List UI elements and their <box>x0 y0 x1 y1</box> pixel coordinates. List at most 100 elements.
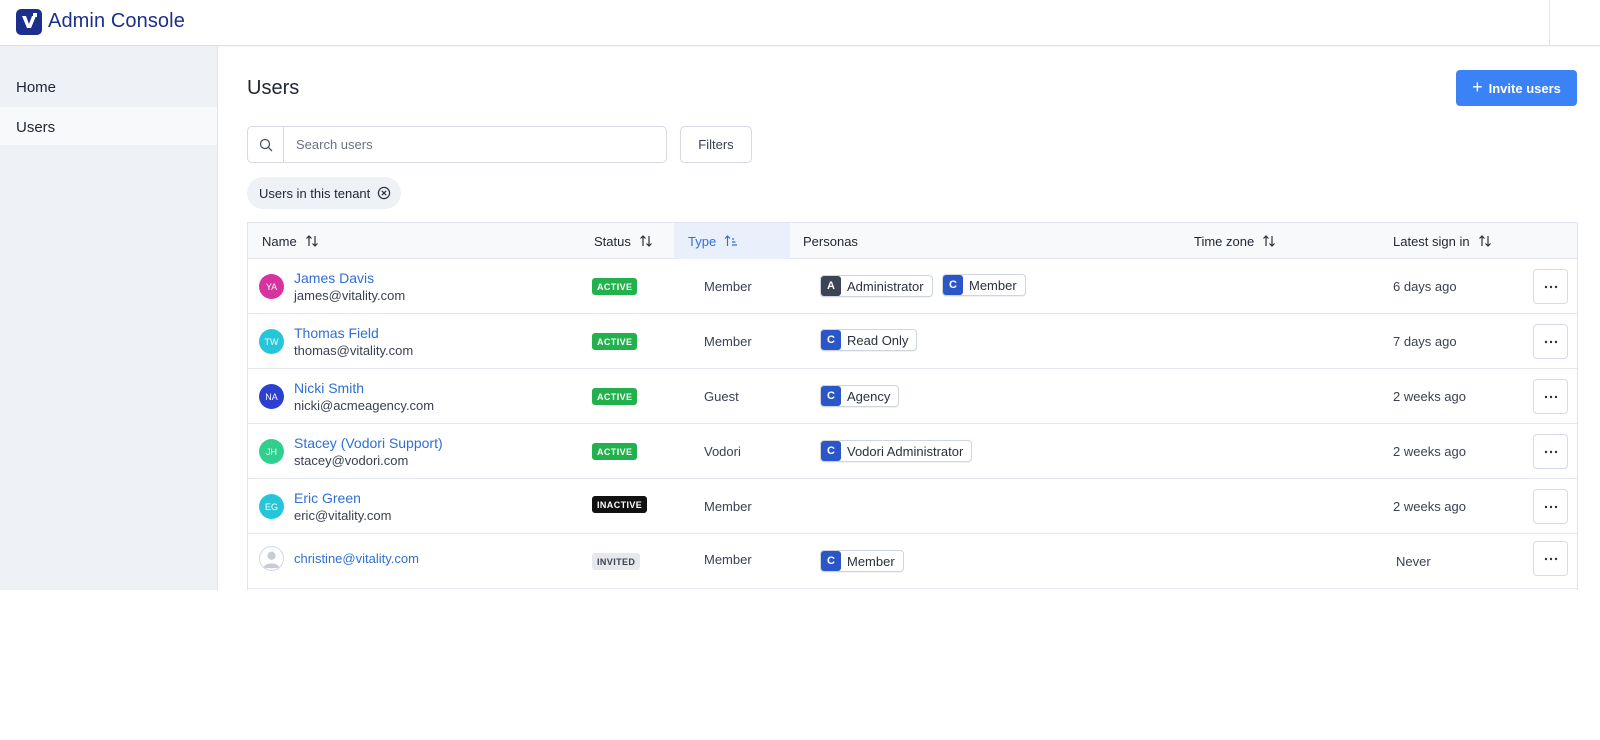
more-horizontal-icon <box>1544 450 1557 453</box>
user-type: Member <box>704 279 752 294</box>
table-row[interactable]: JH Stacey (Vodori Support) stacey@vodori… <box>248 424 1577 479</box>
more-actions-button[interactable] <box>1533 379 1568 414</box>
brand-logo-icon[interactable] <box>16 9 42 35</box>
latest-sign-in: 6 days ago <box>1393 279 1457 294</box>
latest-sign-in: 7 days ago <box>1393 334 1457 349</box>
search-icon <box>248 127 284 162</box>
persona-letter: C <box>821 551 841 571</box>
app-title: Admin Console <box>48 10 185 32</box>
column-header-name[interactable]: Name <box>262 223 319 259</box>
user-name-link[interactable]: Nicki Smith <box>294 380 364 396</box>
user-email: thomas@vitality.com <box>294 343 414 358</box>
user-type: Member <box>704 334 752 349</box>
user-name-link[interactable]: Eric Green <box>294 490 361 506</box>
more-horizontal-icon <box>1544 395 1557 398</box>
filter-chip-label: Users in this tenant <box>259 185 371 201</box>
sidebar-item-home[interactable]: Home <box>0 67 217 105</box>
column-header-time-zone[interactable]: Time zone <box>1194 223 1276 259</box>
user-name-link[interactable]: Stacey (Vodori Support) <box>294 435 443 451</box>
sort-icon[interactable] <box>639 234 653 248</box>
persona-label: Vodori Administrator <box>847 443 964 459</box>
more-horizontal-icon <box>1544 557 1557 560</box>
users-table: Name Status Type Personas Time zone Late… <box>247 222 1578 590</box>
sidebar-item-users[interactable]: Users <box>0 107 217 145</box>
page-title: Users <box>247 77 300 99</box>
column-header-type[interactable]: Type <box>674 223 790 259</box>
persona-letter: C <box>821 441 841 461</box>
persona-tag: C Vodori Administrator <box>820 440 973 462</box>
sort-icon[interactable] <box>305 234 319 248</box>
more-actions-button[interactable] <box>1533 434 1568 469</box>
search-box <box>247 126 667 163</box>
persona-tag: C Member <box>942 274 1026 296</box>
persona-tag: C Read Only <box>820 329 918 351</box>
avatar: JH <box>259 439 284 464</box>
persona-label: Read Only <box>847 332 909 348</box>
persona-tag: A Administrator <box>820 275 933 297</box>
column-header-personas: Personas <box>803 233 858 249</box>
table-row[interactable]: christine@vitality.com INVITED Member C … <box>248 534 1577 589</box>
status-badge: ACTIVE <box>592 443 638 460</box>
persona-tag: C Member <box>820 550 904 572</box>
status-badge: ACTIVE <box>592 278 638 295</box>
persona-tag: C Agency <box>820 385 900 407</box>
invite-users-button[interactable]: + Invite users <box>1456 70 1577 106</box>
avatar: EG <box>259 494 284 519</box>
sidebar: Home Users <box>0 46 218 590</box>
persona-letter: C <box>943 275 963 295</box>
default-avatar-icon <box>259 546 284 571</box>
persona-letter: C <box>821 386 841 406</box>
latest-sign-in: 2 weeks ago <box>1393 444 1466 459</box>
more-actions-button[interactable] <box>1533 541 1568 576</box>
user-type: Member <box>704 499 752 514</box>
sort-icon[interactable] <box>1478 234 1492 248</box>
persona-letter: C <box>821 330 841 350</box>
table-row[interactable]: TW Thomas Field thomas@vitality.com ACTI… <box>248 314 1577 369</box>
status-badge: INACTIVE <box>592 496 648 513</box>
user-type: Member <box>704 552 752 567</box>
latest-sign-in: 2 weeks ago <box>1393 389 1466 404</box>
user-type: Guest <box>704 389 739 404</box>
avatar: TW <box>259 329 284 354</box>
top-bar: Admin Console <box>0 0 1600 46</box>
status-badge: INVITED <box>592 553 641 570</box>
table-row[interactable]: NA Nicki Smith nicki@acmeagency.com ACTI… <box>248 369 1577 424</box>
persona-label: Administrator <box>847 278 924 294</box>
avatar: YA <box>259 274 284 299</box>
table-header: Name Status Type Personas Time zone Late… <box>248 223 1577 259</box>
user-name-link[interactable]: Thomas Field <box>294 325 379 341</box>
user-email: stacey@vodori.com <box>294 453 409 468</box>
close-circle-icon[interactable] <box>377 186 391 200</box>
more-horizontal-icon <box>1544 285 1557 288</box>
more-actions-button[interactable] <box>1533 269 1568 304</box>
column-header-status[interactable]: Status <box>594 223 653 259</box>
persona-letter: A <box>821 276 841 296</box>
more-horizontal-icon <box>1544 505 1557 508</box>
user-email: nicki@acmeagency.com <box>294 398 435 413</box>
invite-users-label: Invite users <box>1488 80 1561 96</box>
sort-icon[interactable] <box>1262 234 1276 248</box>
status-badge: ACTIVE <box>592 333 638 350</box>
column-header-latest-sign-in[interactable]: Latest sign in <box>1393 223 1492 259</box>
user-type: Vodori <box>704 444 741 459</box>
search-input[interactable] <box>285 127 665 162</box>
table-row[interactable]: YA James Davis james@vitality.com ACTIVE… <box>248 259 1577 314</box>
persona-label: Member <box>969 277 1017 293</box>
status-badge: ACTIVE <box>592 388 638 405</box>
avatar: NA <box>259 384 284 409</box>
more-actions-button[interactable] <box>1533 489 1568 524</box>
more-actions-button[interactable] <box>1533 324 1568 359</box>
filters-button[interactable]: Filters <box>680 126 752 163</box>
latest-sign-in: 2 weeks ago <box>1393 499 1466 514</box>
filter-chip: Users in this tenant <box>247 177 402 209</box>
table-row[interactable]: EG Eric Green eric@vitality.com INACTIVE… <box>248 479 1577 534</box>
user-email-link[interactable]: christine@vitality.com <box>294 551 419 566</box>
user-email: james@vitality.com <box>294 288 406 303</box>
latest-sign-in: Never <box>1396 554 1431 569</box>
sort-ascending-icon[interactable] <box>724 234 738 248</box>
persona-label: Member <box>847 553 895 569</box>
divider <box>1549 0 1550 46</box>
user-email: eric@vitality.com <box>294 508 392 523</box>
user-name-link[interactable]: James Davis <box>294 270 374 286</box>
persona-label: Agency <box>847 388 891 404</box>
